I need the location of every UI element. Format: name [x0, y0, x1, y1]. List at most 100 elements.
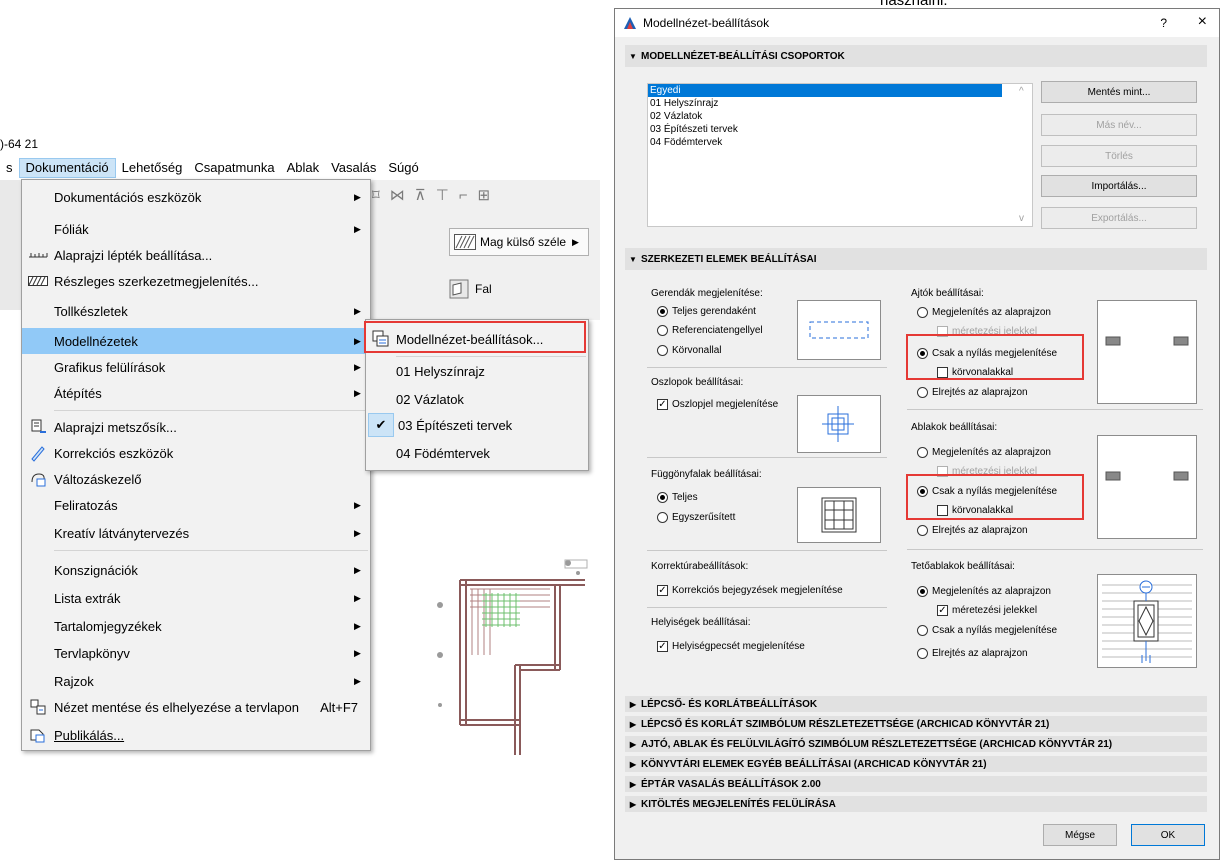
list-item[interactable]: 01 Helyszínrajz: [648, 97, 1032, 110]
save-as-button[interactable]: Mentés mint...: [1041, 81, 1197, 103]
radio-icon: [657, 325, 668, 336]
menu-item-partial-structure-display[interactable]: Részleges szerkezetmegjelenítés...: [22, 268, 370, 294]
menu-item-pen-sets[interactable]: Tollkészletek ▶: [22, 298, 370, 324]
menu-item-save-view-place-on-layout[interactable]: Nézet mentése és elhelyezése a tervlapon…: [22, 694, 370, 720]
toolbar-tool-icon[interactable]: ⊞: [478, 186, 491, 204]
background-title-fragment: )-64 21: [0, 137, 39, 151]
import-button[interactable]: Importálás...: [1041, 175, 1197, 197]
cancel-button[interactable]: Mégse: [1043, 824, 1117, 846]
section-header-reinforcement-settings[interactable]: ▶ ÉPTÁR VASALÁS BEÁLLÍTÁSOK 2.00: [625, 776, 1207, 792]
wall-tool-label: Fal: [475, 282, 492, 296]
divider: [647, 457, 887, 458]
list-item[interactable]: 04 Födémtervek: [648, 136, 1032, 149]
menubar-item-dokumentacio[interactable]: Dokumentáció: [18, 158, 116, 178]
menu-separator: [54, 410, 368, 411]
submenu-item-architectural-plans[interactable]: ✔ 03 Építészeti tervek: [366, 412, 588, 438]
skylights-option-opening-only[interactable]: Csak a nyílás megjelenítése: [917, 625, 1057, 636]
section-header-library-other-options[interactable]: ▶ KÖNYVTÁRI ELEMEK EGYÉB BEÁLLÍTÁSAI (ARC…: [625, 756, 1207, 772]
menu-item-model-views[interactable]: Modellnézetek ▶: [22, 328, 370, 354]
menu-item-markup-tools[interactable]: Korrekciós eszközök: [22, 440, 370, 466]
archicad-logo-icon: [624, 17, 636, 29]
toolbar-tool-icon[interactable]: ⌑: [372, 186, 380, 204]
model-view-list[interactable]: Egyedi 01 Helyszínrajz 02 Vázlatok 03 Ép…: [647, 83, 1033, 227]
collapse-triangle-icon: ▼: [629, 254, 637, 264]
menubar-item-lehetoseg[interactable]: Lehetőség: [116, 158, 189, 178]
menu-item-floor-plan-scale[interactable]: Alaprajzi lépték beállítása...: [22, 242, 370, 268]
wall-reference-button[interactable]: Mag külső széle ▶: [449, 228, 589, 256]
hatch-icon: [28, 276, 48, 286]
menu-item-renovation[interactable]: Átépítés ▶: [22, 380, 370, 406]
columns-symbol-checkbox[interactable]: ✓ Oszlopjel megjelenítése: [657, 399, 778, 410]
wall-tool-button[interactable]: Fal: [449, 279, 492, 299]
ok-button[interactable]: OK: [1131, 824, 1205, 846]
room-stamp-checkbox[interactable]: ✓ Helyiségpecsét megjelenítése: [657, 641, 805, 652]
toolbar-tool-icon[interactable]: ⌐: [459, 187, 468, 204]
list-item[interactable]: 02 Vázlatok: [648, 110, 1032, 123]
scroll-down-icon[interactable]: v: [1019, 213, 1024, 224]
rename-button[interactable]: Más név...: [1041, 114, 1197, 136]
windows-option-hide[interactable]: Elrejtés az alaprajzon: [917, 525, 1028, 536]
submenu-item-sketches[interactable]: 02 Vázlatok: [366, 386, 588, 412]
menu-item-layers[interactable]: Fóliák ▶: [22, 216, 370, 242]
divider: [647, 550, 887, 551]
menu-item-creative-imaging[interactable]: Kreatív látványtervezés ▶: [22, 520, 370, 546]
delete-button[interactable]: Törlés: [1041, 145, 1197, 167]
menubar-item-s[interactable]: s: [0, 158, 19, 178]
menu-item-floor-plan-cut-plane[interactable]: Alaprajzi metszősík...: [22, 414, 370, 440]
checkbox-icon: ✓: [937, 605, 948, 616]
curtain-wall-option-simplified[interactable]: Egyszerűsített: [657, 512, 735, 523]
scroll-up-icon[interactable]: ^: [1019, 86, 1024, 97]
model-view-options-dialog: Modellnézet-beállítások ? × ▼ MODELLNÉZE…: [614, 8, 1220, 860]
section-header-structural-elements[interactable]: ▼ SZERKEZETI ELEMEK BEÁLLÍTÁSAI: [625, 248, 1207, 270]
menu-item-annotation[interactable]: Feliratozás ▶: [22, 492, 370, 518]
section-header-model-view-groups[interactable]: ▼ MODELLNÉZET-BEÁLLÍTÁSI CSOPORTOK: [625, 45, 1207, 67]
toolbar-tool-icon[interactable]: ⊤: [436, 186, 449, 204]
annotation-highlight: [906, 474, 1084, 520]
beams-option-outline[interactable]: Körvonallal: [657, 345, 721, 356]
submenu-item-site-plan[interactable]: 01 Helyszínrajz: [366, 358, 588, 384]
door-preview: [1097, 300, 1197, 404]
menu-item-graphic-overrides[interactable]: Grafikus felülírások ▶: [22, 354, 370, 380]
toolbar-tool-icon[interactable]: ⋈: [390, 186, 405, 204]
markup-icon: [31, 446, 45, 462]
menubar-item-sugo[interactable]: Súgó: [382, 158, 424, 178]
export-button[interactable]: Exportálás...: [1041, 207, 1197, 229]
list-scrollbar[interactable]: ^ v: [1016, 84, 1032, 226]
menu-item-list-extras[interactable]: Lista extrák ▶: [22, 585, 370, 611]
section-header-fill-display-override[interactable]: ▶ KITÖLTÉS MEGJELENÍTÉS FELÜLÍRÁSA: [625, 796, 1207, 812]
beams-option-full[interactable]: Teljes gerendaként: [657, 306, 756, 317]
curtain-wall-option-full[interactable]: Teljes: [657, 492, 698, 503]
section-header-door-window-skylight-symbol-detail[interactable]: ▶ AJTÓ, ABLAK ÉS FELÜLVILÁGÍTÓ SZIMBÓLUM …: [625, 736, 1207, 752]
menu-item-drawings[interactable]: Rajzok ▶: [22, 668, 370, 694]
menu-item-layout-book[interactable]: Tervlapkönyv ▶: [22, 640, 370, 666]
beams-label: Gerendák megjelenítése:: [651, 288, 763, 299]
beams-option-reference-axis[interactable]: Referenciatengellyel: [657, 325, 763, 336]
radio-icon: [917, 525, 928, 536]
menu-item-publish[interactable]: Publikálás...: [22, 722, 370, 748]
menubar-item-ablak[interactable]: Ablak: [281, 158, 326, 178]
menubar-item-csapatmunka[interactable]: Csapatmunka: [188, 158, 280, 178]
menu-item-documentation-tools[interactable]: Dokumentációs eszközök ▶: [22, 184, 370, 210]
skylights-option-show-on-plan[interactable]: Megjelenítés az alaprajzon: [917, 586, 1051, 597]
skylight-preview: [1097, 574, 1197, 668]
windows-option-show-on-plan[interactable]: Megjelenítés az alaprajzon: [917, 447, 1051, 458]
skylights-option-hide[interactable]: Elrejtés az alaprajzon: [917, 648, 1028, 659]
menubar-item-vasalas[interactable]: Vasalás: [325, 158, 382, 178]
section-header-stair-railing-symbol-detail[interactable]: ▶ LÉPCSŐ ÉS KORLÁT SZIMBÓLUM RÉSZLETEZETT…: [625, 716, 1207, 732]
close-button[interactable]: ×: [1198, 13, 1207, 31]
list-item[interactable]: 03 Építészeti tervek: [648, 123, 1032, 136]
section-header-stairs-railings[interactable]: ▶ LÉPCSŐ- ÉS KORLÁTBEÁLLÍTÁSOK: [625, 696, 1207, 712]
accelerator-label: Alt+F7: [320, 699, 358, 715]
list-item[interactable]: Egyedi: [648, 84, 1002, 97]
doors-option-hide[interactable]: Elrejtés az alaprajzon: [917, 387, 1028, 398]
doors-option-show-on-plan[interactable]: Megjelenítés az alaprajzon: [917, 307, 1051, 318]
skylights-dimension-markers-checkbox[interactable]: ✓ méretezési jelekkel: [937, 605, 1037, 616]
help-button[interactable]: ?: [1160, 16, 1167, 30]
radio-icon: [917, 625, 928, 636]
markup-entries-checkbox[interactable]: ✓ Korrekciós bejegyzések megjelenítése: [657, 585, 843, 596]
toolbar-tool-icon[interactable]: ⊼: [415, 186, 426, 204]
menu-item-schedules[interactable]: Konszignációk ▶: [22, 557, 370, 583]
menu-item-change-manager[interactable]: Változáskezelő: [22, 466, 370, 492]
submenu-item-slab-plans[interactable]: 04 Födémtervek: [366, 440, 588, 466]
menu-item-indexes[interactable]: Tartalomjegyzékek ▶: [22, 613, 370, 639]
